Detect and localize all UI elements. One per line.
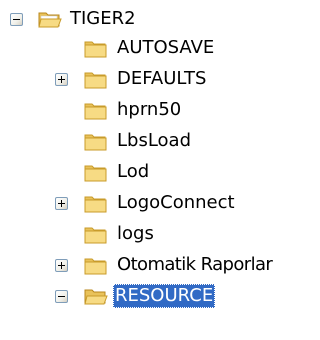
tree-item-hprn50[interactable]: hprn50 [0, 98, 294, 124]
collapse-icon[interactable] [10, 13, 23, 26]
tree-item-logoconnect[interactable]: LogoConnect [0, 191, 294, 217]
open-folder-icon [38, 12, 62, 28]
folder-icon [84, 72, 107, 89]
open-folder-icon [84, 289, 108, 305]
tree-item-lbsload[interactable]: LbsLoad [0, 129, 294, 155]
folder-icon [84, 196, 107, 213]
folder-icon [84, 134, 107, 151]
folder-icon [84, 227, 107, 244]
folder-tree: TIGER2 AUTOSAVE DEFAULTS hprn50 LbsLoad … [0, 0, 294, 340]
tree-item-defaults[interactable]: DEFAULTS [0, 67, 294, 93]
folder-icon [84, 103, 107, 120]
tree-item-label-selected: RESOURCE [113, 284, 216, 308]
folder-icon [84, 41, 107, 58]
tree-item-autosave[interactable]: AUTOSAVE [0, 36, 294, 62]
expand-icon[interactable] [55, 259, 68, 272]
tree-item-label: LbsLoad [117, 130, 192, 151]
tree-item-label: logs [117, 223, 154, 244]
collapse-icon[interactable] [55, 290, 68, 303]
tree-item-logs[interactable]: logs [0, 222, 294, 248]
tree-item-label: DEFAULTS [117, 68, 207, 89]
tree-item-label: Otomatik Raporlar [117, 254, 273, 275]
tree-item-label: Lod [117, 161, 150, 182]
folder-icon [84, 165, 107, 182]
tree-item-label: AUTOSAVE [117, 37, 215, 58]
tree-item-lod[interactable]: Lod [0, 160, 294, 186]
tree-item-label: LogoConnect [117, 192, 235, 213]
tree-item-label: hprn50 [117, 99, 182, 120]
tree-item-otomatik-raporlar[interactable]: Otomatik Raporlar [0, 253, 294, 279]
tree-item-resource[interactable]: RESOURCE [0, 284, 294, 310]
expand-icon[interactable] [55, 73, 68, 86]
expand-icon[interactable] [55, 197, 68, 210]
tree-root-tiger2[interactable]: TIGER2 [0, 7, 294, 33]
tree-item-label: TIGER2 [70, 8, 136, 29]
folder-icon [84, 258, 107, 275]
